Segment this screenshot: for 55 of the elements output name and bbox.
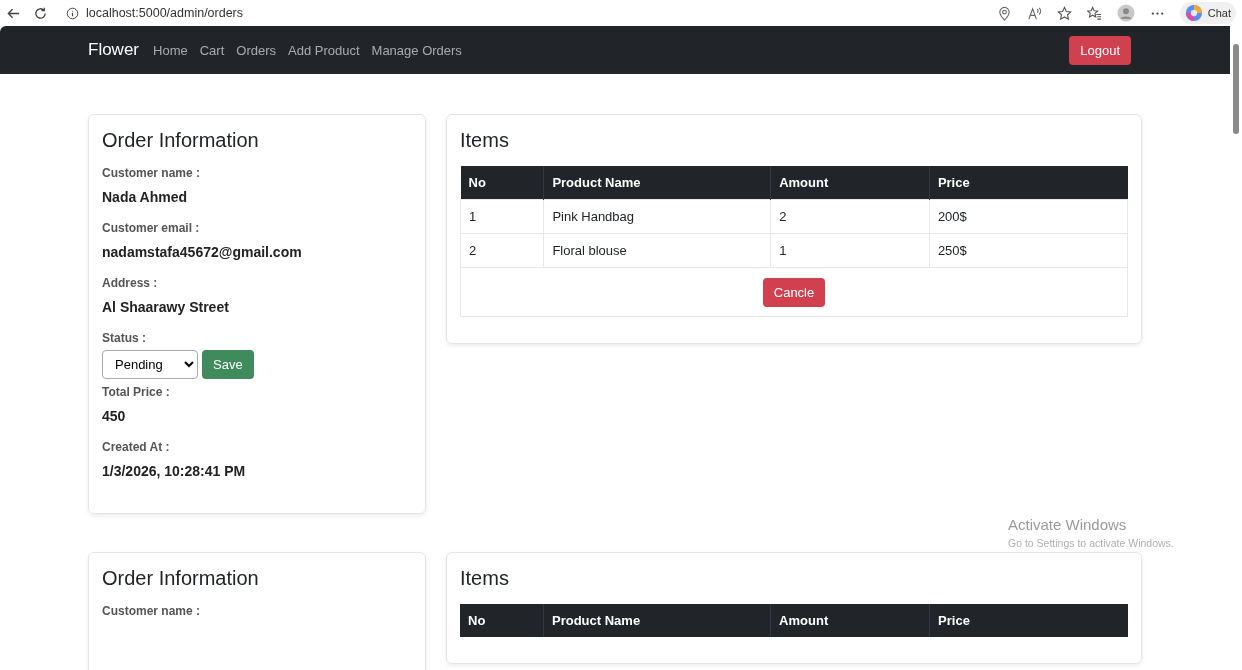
- read-aloud-icon[interactable]: [1026, 5, 1042, 21]
- field-label: Total Price :: [102, 385, 171, 399]
- status-select[interactable]: Pending: [102, 350, 198, 379]
- save-button[interactable]: Save: [202, 350, 254, 379]
- table-cell: Pink Handbag: [543, 199, 771, 234]
- table-cell: 1: [770, 233, 930, 268]
- field-value: Al Shaarawy Street: [102, 299, 230, 315]
- location-pin-icon[interactable]: [996, 5, 1012, 21]
- cancel-button[interactable]: Cancle: [762, 277, 826, 307]
- logout-button[interactable]: Logout: [1069, 35, 1131, 65]
- field-value: 1/3/2026, 10:28:41 PM: [102, 463, 247, 479]
- url-text: localhost:5000/admin/orders: [86, 6, 244, 20]
- table-cell: 250$: [929, 233, 1128, 268]
- profile-avatar-icon[interactable]: [1116, 4, 1135, 22]
- nav-link[interactable]: Orders: [230, 42, 282, 58]
- column-header: Price: [929, 166, 1128, 200]
- nav-link[interactable]: Manage Orders: [365, 42, 468, 58]
- nav-link[interactable]: Home: [147, 42, 194, 58]
- field-label: Customer email :: [102, 221, 201, 235]
- star-icon[interactable]: [1056, 5, 1072, 21]
- chat-button[interactable]: Chat: [1179, 2, 1236, 24]
- column-header: Amount: [770, 604, 930, 637]
- activation-notice-title: Activate Windows: [1008, 516, 1128, 533]
- nav-link[interactable]: Add Product: [282, 42, 366, 58]
- address-bar[interactable]: localhost:5000/admin/orders: [60, 2, 985, 24]
- field-label: Customer name :: [102, 166, 202, 180]
- card-title: Items: [460, 129, 510, 152]
- card-title: Order Information: [102, 567, 260, 590]
- field-value: nadamstafa45672@gmail.com: [102, 244, 303, 260]
- nav-link[interactable]: Cart: [193, 42, 231, 58]
- field-label: Status :: [102, 331, 147, 345]
- column-header: No: [460, 604, 544, 637]
- table-cell: 1: [460, 199, 544, 234]
- activation-notice-text: Go to Settings to activate Windows.: [1008, 537, 1174, 549]
- field-label: Address :: [102, 276, 159, 290]
- column-header: Product Name: [543, 604, 771, 637]
- table-cell: 200$: [929, 199, 1128, 234]
- field-value: Nada Ahmed: [102, 189, 189, 205]
- column-header: No: [460, 166, 544, 200]
- card-title: Items: [460, 567, 510, 590]
- card-title: Order Information: [102, 129, 260, 152]
- table-cell: 2: [770, 199, 930, 234]
- column-header: Product Name: [543, 166, 771, 200]
- field-label: Customer name :: [102, 604, 202, 618]
- column-header: Amount: [770, 166, 930, 200]
- table-cell: Floral blouse: [543, 233, 771, 268]
- assistant-logo-icon: [1184, 4, 1203, 22]
- brand-link[interactable]: Flower: [88, 40, 139, 60]
- field-value: 450: [102, 408, 127, 424]
- table-cell: 2: [460, 233, 544, 268]
- column-header: Price: [929, 604, 1128, 637]
- favorites-icon[interactable]: [1086, 5, 1102, 21]
- info-icon[interactable]: [66, 6, 79, 20]
- field-label: Created At :: [102, 440, 171, 454]
- reload-icon[interactable]: [33, 5, 48, 21]
